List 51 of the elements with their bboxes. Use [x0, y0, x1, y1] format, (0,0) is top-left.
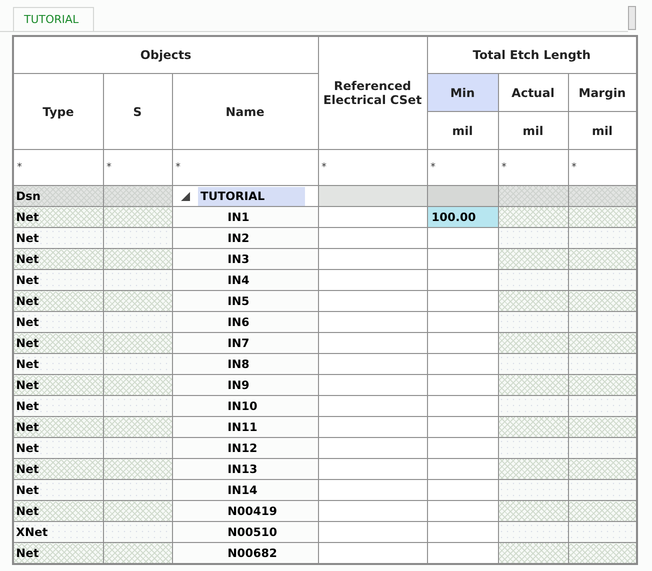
- filter-field[interactable]: *: [318, 150, 427, 186]
- filter-field[interactable]: *: [172, 150, 318, 186]
- column-header[interactable]: Referenced Electrical CSet: [318, 36, 427, 150]
- column-header[interactable]: mil: [568, 112, 637, 150]
- column-header[interactable]: Min: [427, 74, 498, 112]
- table-cell: Net: [13, 458, 103, 480]
- table-cell: Net: [13, 480, 103, 500]
- table-cell: Net: [13, 354, 103, 374]
- filter-field[interactable]: *: [427, 150, 498, 186]
- table-cell[interactable]: IN7: [224, 334, 252, 352]
- column-header[interactable]: Objects: [13, 36, 318, 74]
- table-cell: Net: [13, 332, 103, 354]
- column-header[interactable]: S: [103, 74, 172, 150]
- table-cell[interactable]: IN3: [224, 250, 252, 268]
- table-cell[interactable]: IN2: [224, 228, 252, 248]
- table-cell[interactable]: TUTORIAL: [198, 186, 305, 206]
- filter-field[interactable]: *: [103, 150, 172, 186]
- column-header[interactable]: Actual: [498, 74, 568, 112]
- table-cell: Net: [13, 374, 103, 396]
- table-cell: XNet: [13, 522, 103, 542]
- table-cell[interactable]: IN8: [224, 354, 252, 374]
- table-cell: Net: [13, 270, 103, 290]
- table-cell: Net: [13, 396, 103, 416]
- filter-field[interactable]: *: [498, 150, 568, 186]
- table-cell: Net: [13, 206, 103, 228]
- column-header[interactable]: Type: [13, 74, 103, 150]
- table-cell: Net: [13, 312, 103, 332]
- table-cell: Net: [13, 248, 103, 270]
- table-cell[interactable]: 100.00: [427, 206, 498, 228]
- tab[interactable]: TUTORIAL: [13, 7, 94, 31]
- column-header[interactable]: Margin: [568, 74, 637, 112]
- table-cell: Net: [13, 438, 103, 458]
- table-cell[interactable]: IN1: [224, 208, 252, 226]
- table-cell: Net: [13, 228, 103, 248]
- table-cell: Dsn: [13, 186, 103, 206]
- column-header[interactable]: mil: [427, 112, 498, 150]
- filter-field[interactable]: *: [568, 150, 637, 186]
- table-cell: Net: [13, 416, 103, 438]
- table-cell[interactable]: IN6: [224, 312, 252, 332]
- scroll-corner: [628, 6, 636, 30]
- column-header[interactable]: Name: [172, 74, 318, 150]
- table-cell: Net: [13, 500, 103, 522]
- table-cell[interactable]: IN4: [224, 270, 252, 290]
- column-header[interactable]: Total Etch Length: [427, 36, 637, 74]
- table-cell[interactable]: IN5: [224, 292, 252, 310]
- filter-field[interactable]: *: [13, 150, 103, 186]
- table-cell[interactable]: IN9: [224, 376, 252, 394]
- column-header[interactable]: mil: [498, 112, 568, 150]
- triangle-icon[interactable]: [180, 192, 190, 201]
- table-cell: Net: [13, 290, 103, 312]
- table-cell: Net: [13, 542, 103, 564]
